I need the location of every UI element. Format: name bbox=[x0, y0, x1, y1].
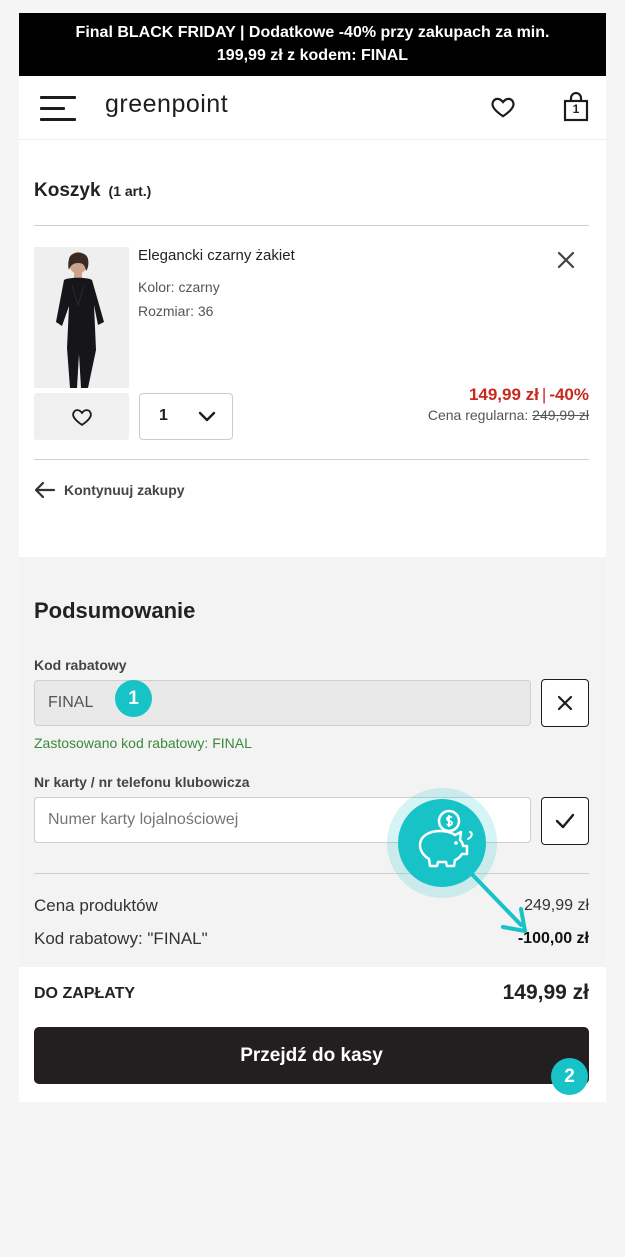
regular-price: Cena regularna: 249,99 zł bbox=[428, 407, 589, 423]
heart-icon bbox=[71, 408, 92, 426]
annotation-badge-1: 1 bbox=[115, 680, 152, 717]
loyalty-card-label: Nr karty / nr telefonu klubowicza bbox=[34, 774, 250, 790]
quantity-value: 1 bbox=[159, 407, 168, 424]
discount-percent: -40% bbox=[549, 385, 589, 404]
annotation-badge-2: 2 bbox=[551, 1058, 588, 1095]
heart-icon[interactable] bbox=[490, 94, 516, 120]
payment-bar: DO ZAPŁATY 149,99 zł Przejdź do kasy bbox=[19, 968, 606, 1102]
arrow-left-icon bbox=[34, 481, 56, 499]
remove-item-close-icon[interactable] bbox=[554, 248, 578, 272]
regular-price-label: Cena regularna: bbox=[427, 407, 529, 423]
logo[interactable]: greenpoint bbox=[105, 90, 228, 119]
promo-line-2: 199,99 zł z kodem: FINAL bbox=[216, 47, 409, 64]
site-header: greenpoint 1 bbox=[19, 76, 606, 140]
checkout-button[interactable]: Przejdź do kasy bbox=[34, 1027, 589, 1084]
add-to-wishlist-button[interactable] bbox=[34, 393, 129, 440]
hamburger-menu-icon[interactable] bbox=[40, 96, 76, 122]
amount-due-label: DO ZAPŁATY bbox=[34, 985, 136, 1002]
checkmark-icon bbox=[555, 813, 575, 829]
products-price-label: Cena produktów bbox=[34, 896, 158, 915]
product-color: Kolor: czarny bbox=[138, 279, 220, 295]
promo-line-1: Final BLACK FRIDAY | Dodatkowe -40% przy… bbox=[75, 24, 550, 41]
shopping-bag-icon[interactable]: 1 bbox=[562, 91, 590, 122]
divider bbox=[34, 225, 589, 226]
price-separator: | bbox=[541, 385, 547, 404]
cart-count-badge: 1 bbox=[572, 102, 580, 116]
discount-code-label: Kod rabatowy bbox=[34, 657, 127, 673]
product-name[interactable]: Elegancki czarny żakiet bbox=[138, 247, 295, 264]
divider bbox=[34, 459, 589, 460]
apply-card-button[interactable] bbox=[541, 797, 589, 845]
price-value: 149,99 zł bbox=[468, 385, 539, 404]
continue-shopping-label: Kontynuuj zakupy bbox=[64, 482, 185, 498]
chevron-down-icon bbox=[198, 411, 216, 422]
promo-banner[interactable]: Final BLACK FRIDAY | Dodatkowe -40% przy… bbox=[19, 13, 606, 76]
amount-due-value: 149,99 zł bbox=[502, 981, 589, 1004]
sale-price: 149,99 zł | -40% bbox=[469, 385, 589, 405]
cart-title: Koszyk (1 art.) bbox=[34, 180, 151, 202]
discount-row-label: Kod rabatowy: "FINAL" bbox=[34, 929, 208, 948]
remove-discount-button[interactable] bbox=[541, 679, 589, 727]
cart-heading: Koszyk bbox=[34, 180, 101, 201]
discount-applied-message: Zastosowano kod rabatowy: FINAL bbox=[34, 735, 252, 751]
arrow-pointer-icon bbox=[463, 865, 527, 933]
phone-screen: Final BLACK FRIDAY | Dodatkowe -40% przy… bbox=[19, 13, 606, 1102]
product-image[interactable] bbox=[34, 247, 129, 388]
regular-price-value: 249,99 zł bbox=[532, 407, 589, 423]
continue-shopping-link[interactable]: Kontynuuj zakupy bbox=[34, 481, 185, 499]
summary-title: Podsumowanie bbox=[34, 598, 196, 623]
cart-section: Koszyk (1 art.) Elegancki czarny żakiet K… bbox=[19, 140, 606, 557]
discount-code-input[interactable] bbox=[34, 680, 531, 726]
cart-item-count: (1 art.) bbox=[108, 183, 152, 199]
close-icon bbox=[557, 695, 573, 711]
quantity-select[interactable]: 1 bbox=[139, 393, 233, 440]
product-size: Rozmiar: 36 bbox=[138, 303, 214, 319]
